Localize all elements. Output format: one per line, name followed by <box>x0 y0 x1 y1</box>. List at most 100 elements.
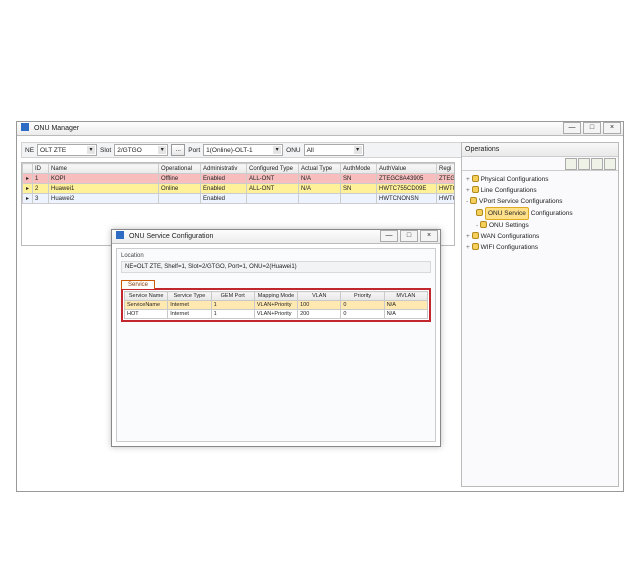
service-tab[interactable]: Service <box>121 280 155 289</box>
service-header[interactable]: Service Name <box>125 292 168 301</box>
dialog-close-button[interactable]: × <box>420 230 438 242</box>
ops-tool-4[interactable] <box>604 158 616 170</box>
app-title: ONU Manager <box>34 125 79 132</box>
minimize-button[interactable]: — <box>563 122 581 134</box>
table-row[interactable]: ▸1KOPIOfflineEnabledALL-ONTN/ASNZTEGC8A4… <box>23 174 456 184</box>
dialog-maximize-button[interactable]: □ <box>400 230 418 242</box>
table-cell: Offline <box>159 174 201 184</box>
folder-icon <box>472 175 479 182</box>
tree-label: ONU Settings <box>489 222 529 229</box>
expand-icon: + <box>466 187 470 194</box>
table-cell: ▸ <box>23 174 33 184</box>
table-row[interactable]: ▸2Huawei1OnlineEnabledALL-ONTN/ASNHWTC75… <box>23 184 456 194</box>
table-cell: HWTC755CD09E <box>377 184 437 194</box>
slot-label: Slot <box>100 147 111 154</box>
tree-node[interactable]: + Physical Configurations <box>466 174 614 185</box>
grid-header[interactable]: AuthValue <box>377 164 437 174</box>
ops-tool-1[interactable] <box>565 158 577 170</box>
tree-node[interactable]: ONU Service Configurations <box>466 207 614 220</box>
expand-icon: + <box>466 233 470 240</box>
tree-label: WIFI Configurations <box>481 244 538 251</box>
onu-label: ONU <box>286 147 300 154</box>
port-combo[interactable]: 1(Online)-OLT-1 ▾ <box>203 144 283 156</box>
grid-header[interactable]: Operational <box>159 164 201 174</box>
table-cell: N/A <box>299 184 341 194</box>
tree-node[interactable]: + Line Configurations <box>466 185 614 196</box>
table-row[interactable]: ▸3Huawei2 Enabled HWTCNONSNHWTC <box>23 194 456 204</box>
table-row[interactable]: HOTInternet1VLAN+Priority2000N/A <box>125 310 428 319</box>
tree-node[interactable]: - ONU Settings <box>466 220 614 231</box>
close-button[interactable]: × <box>603 122 621 134</box>
table-cell: Internet <box>168 301 211 310</box>
folder-icon <box>472 186 479 193</box>
tree-label: ONU Service <box>485 207 529 220</box>
table-cell: HOT <box>125 310 168 319</box>
table-cell: 0 <box>341 301 384 310</box>
grid-header[interactable] <box>23 164 33 174</box>
tree-node[interactable]: + WAN Configurations <box>466 231 614 242</box>
operations-title: Operations <box>462 143 618 157</box>
table-row[interactable]: ServiceNameInternet1VLAN+Priority1000N/A <box>125 301 428 310</box>
grid-header[interactable]: Regi <box>437 164 456 174</box>
service-header[interactable]: Service Type <box>168 292 211 301</box>
table-cell: 2 <box>33 184 49 194</box>
grid-header[interactable]: AuthMode <box>341 164 377 174</box>
table-cell: 100 <box>298 301 341 310</box>
table-cell: SN <box>341 174 377 184</box>
dialog-minimize-button[interactable]: — <box>380 230 398 242</box>
table-cell: Enabled <box>201 184 247 194</box>
dialog-titlebar[interactable]: ONU Service Configuration — □ × <box>112 230 440 244</box>
slot-ext-button[interactable]: ... <box>171 144 185 156</box>
folder-icon <box>472 243 479 250</box>
service-header[interactable]: Mapping Mode <box>254 292 297 301</box>
ops-tool-2[interactable] <box>578 158 590 170</box>
table-cell <box>341 194 377 204</box>
table-cell: HWTCNONSN <box>377 194 437 204</box>
table-cell: ServiceName <box>125 301 168 310</box>
slot-combo[interactable]: 2/GTGO ▾ <box>114 144 168 156</box>
tree-label: Configurations <box>531 210 573 217</box>
service-header[interactable]: GEM Port <box>211 292 254 301</box>
maximize-button[interactable]: □ <box>583 122 601 134</box>
tree-node[interactable]: + WIFI Configurations <box>466 242 614 253</box>
table-cell: Internet <box>168 310 211 319</box>
operations-toolbar <box>462 157 618 171</box>
table-cell: N/A <box>384 310 427 319</box>
table-cell: VLAN+Priority <box>254 310 297 319</box>
tree-node[interactable]: - VPort Service Configurations <box>466 196 614 207</box>
table-cell <box>159 194 201 204</box>
grid-header[interactable]: ID <box>33 164 49 174</box>
grid-header[interactable]: Actual Type <box>299 164 341 174</box>
table-cell: KOPI <box>49 174 159 184</box>
ops-tool-3[interactable] <box>591 158 603 170</box>
table-cell: Huawei2 <box>49 194 159 204</box>
ne-combo[interactable]: OLT ZTE ▾ <box>37 144 97 156</box>
service-table[interactable]: Service NameService TypeGEM PortMapping … <box>124 291 428 319</box>
onu-combo[interactable]: All ▾ <box>304 144 364 156</box>
table-cell: N/A <box>299 174 341 184</box>
operations-tree: + Physical Configurations+ Line Configur… <box>462 171 618 256</box>
chevron-down-icon: ▾ <box>87 146 95 154</box>
table-cell: 3 <box>33 194 49 204</box>
table-cell: 200 <box>298 310 341 319</box>
chevron-down-icon: ▾ <box>273 146 281 154</box>
dialog-body: Location NE=OLT ZTE, Shelf=1, Slot=2/GTG… <box>116 248 436 442</box>
table-cell <box>247 194 299 204</box>
table-cell: 1 <box>211 301 254 310</box>
folder-icon <box>480 221 487 228</box>
service-header[interactable]: MVLAN <box>384 292 427 301</box>
service-header[interactable]: VLAN <box>298 292 341 301</box>
table-cell: SN <box>341 184 377 194</box>
tree-label: Physical Configurations <box>481 176 549 183</box>
table-cell: Enabled <box>201 194 247 204</box>
service-header[interactable]: Priority <box>341 292 384 301</box>
grid-header[interactable]: Name <box>49 164 159 174</box>
table-cell: Online <box>159 184 201 194</box>
service-table-highlight: Service NameService TypeGEM PortMapping … <box>121 288 431 322</box>
grid-header[interactable]: Configured Type <box>247 164 299 174</box>
table-cell: ▸ <box>23 194 33 204</box>
main-titlebar: ONU Manager — □ × <box>17 122 623 136</box>
onu-service-config-dialog: ONU Service Configuration — □ × Location… <box>111 229 441 447</box>
grid-header[interactable]: Administrativ <box>201 164 247 174</box>
table-cell: HWTC <box>437 194 456 204</box>
